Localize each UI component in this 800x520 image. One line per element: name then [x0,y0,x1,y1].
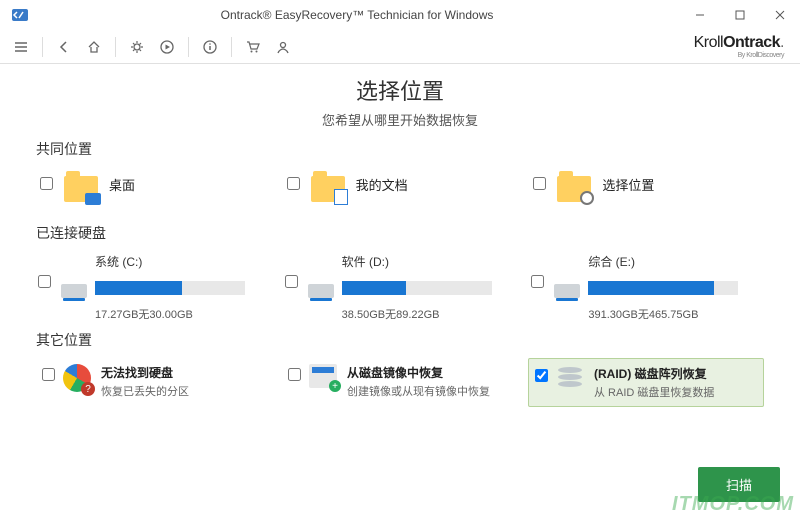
hdd-icon [308,284,334,304]
maximize-button[interactable] [720,0,760,30]
raid-icon [556,365,586,395]
common-documents[interactable]: 我的文档 [283,167,518,217]
other-lost-desc: 恢复已丢失的分区 [101,383,189,399]
minimize-button[interactable] [680,0,720,30]
main-content: 选择位置 您希望从哪里开始数据恢复 共同位置 桌面 我的文档 选择位置 已连接硬… [0,64,800,419]
separator [231,37,232,57]
footer: 扫描 [698,467,780,502]
info-icon[interactable] [197,34,223,60]
folder-choose-icon [554,171,594,207]
gear-icon[interactable] [124,34,150,60]
checkbox-choose[interactable] [533,177,546,190]
app-icon [6,1,34,29]
label-choose: 选择位置 [602,175,654,194]
drive-e-name: 综合 (E:) [588,253,762,270]
section-drives-title: 已连接硬盘 [36,223,764,243]
brand-part2: Ontrack [723,34,780,51]
common-row: 桌面 我的文档 选择位置 [36,167,764,217]
drives-row: 系统 (C:) 17.27GB无30.00GB 软件 (D:) 38.50GB无… [36,251,764,324]
checkbox-documents[interactable] [287,177,300,190]
other-lost-disk[interactable]: 无法找到硬盘 恢复已丢失的分区 [36,358,270,407]
label-documents: 我的文档 [356,175,408,194]
drive-e[interactable]: 综合 (E:) 391.30GB无465.75GB [529,251,764,324]
section-other-title: 其它位置 [36,330,764,350]
window-controls [680,0,800,30]
checkbox-drive-c[interactable] [38,275,51,288]
folder-documents-icon [308,171,348,207]
common-desktop[interactable]: 桌面 [36,167,271,217]
disk-image-icon [309,364,339,394]
checkbox-lost-disk[interactable] [42,368,55,381]
other-image-title: 从磁盘镜像中恢复 [347,364,490,381]
drive-e-bar [588,281,738,295]
play-icon[interactable] [154,34,180,60]
common-choose[interactable]: 选择位置 [529,167,764,217]
brand-part1: Kroll [694,34,724,51]
other-image-desc: 创建镜像或从现有镜像中恢复 [347,383,490,399]
cart-icon[interactable] [240,34,266,60]
brand-sub: By KrollDiscovery [694,52,784,59]
section-common-title: 共同位置 [36,139,764,159]
separator [115,37,116,57]
page-title: 选择位置 [36,74,764,106]
drive-c-name: 系统 (C:) [95,253,269,270]
drive-c-size: 17.27GB无30.00GB [95,306,269,322]
close-button[interactable] [760,0,800,30]
brand-logo: KrollOntrack. By KrollDiscovery [694,34,792,59]
drive-d-name: 软件 (D:) [342,253,516,270]
scan-button[interactable]: 扫描 [698,467,780,502]
window-title: Ontrack® EasyRecovery™ Technician for Wi… [34,8,680,22]
pie-icon [63,364,93,394]
drive-c-bar [95,281,245,295]
drive-e-size: 391.30GB无465.75GB [588,306,762,322]
other-lost-title: 无法找到硬盘 [101,364,189,381]
checkbox-drive-d[interactable] [285,275,298,288]
home-icon[interactable] [81,34,107,60]
drive-d-size: 38.50GB无89.22GB [342,306,516,322]
titlebar: Ontrack® EasyRecovery™ Technician for Wi… [0,0,800,30]
other-raid-title: (RAID) 磁盘阵列恢复 [594,365,714,382]
back-icon[interactable] [51,34,77,60]
separator [42,37,43,57]
other-row: 无法找到硬盘 恢复已丢失的分区 从磁盘镜像中恢复 创建镜像或从现有镜像中恢复 (… [36,358,764,407]
checkbox-raid[interactable] [535,369,548,382]
checkbox-drive-e[interactable] [531,275,544,288]
drive-d-bar [342,281,492,295]
drive-d[interactable]: 软件 (D:) 38.50GB无89.22GB [283,251,518,324]
separator [188,37,189,57]
other-disk-image[interactable]: 从磁盘镜像中恢复 创建镜像或从现有镜像中恢复 [282,358,516,407]
label-desktop: 桌面 [109,175,135,194]
hdd-icon [61,284,87,304]
folder-desktop-icon [61,171,101,207]
user-icon[interactable] [270,34,296,60]
checkbox-disk-image[interactable] [288,368,301,381]
menu-icon[interactable] [8,34,34,60]
other-raid[interactable]: (RAID) 磁盘阵列恢复 从 RAID 磁盘里恢复数据 [528,358,764,407]
checkbox-desktop[interactable] [40,177,53,190]
drive-c[interactable]: 系统 (C:) 17.27GB无30.00GB [36,251,271,324]
other-raid-desc: 从 RAID 磁盘里恢复数据 [594,384,714,400]
toolbar: KrollOntrack. By KrollDiscovery [0,30,800,64]
page-subtitle: 您希望从哪里开始数据恢复 [36,110,764,129]
hdd-icon [554,284,580,304]
